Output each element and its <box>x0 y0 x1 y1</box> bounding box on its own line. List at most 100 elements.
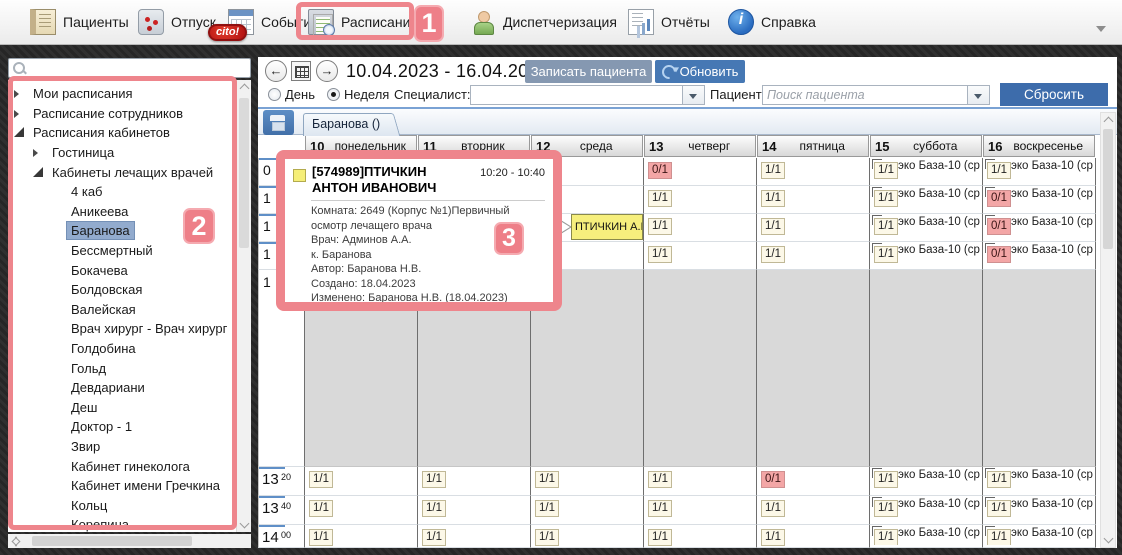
scrollbar-thumb[interactable] <box>32 536 192 546</box>
scrollbar-thumb[interactable] <box>1103 129 1113 249</box>
tree-item[interactable]: Деш <box>8 398 236 418</box>
slot-cell[interactable]: 1/1эко База-10 (ср <box>983 158 1096 186</box>
slot-cell[interactable]: 1/1эко База-10 (ср <box>870 496 983 525</box>
slot-cell[interactable]: 1/1 <box>305 525 418 548</box>
slot-cell[interactable]: 1/1эко База-10 (ср <box>870 467 983 496</box>
slot-cell[interactable]: 1/1эко База-10 (ср <box>870 186 983 214</box>
tree-item[interactable]: Корепина <box>8 515 236 532</box>
slot-cell[interactable]: 1/1эко База-10 (ср <box>983 525 1096 548</box>
scroll-up-icon[interactable] <box>240 84 250 94</box>
toolbar-item-reports-chart[interactable]: Отчёты <box>628 6 710 38</box>
tree-item[interactable]: Валейская <box>8 300 236 320</box>
chevron-down-icon[interactable] <box>682 86 704 104</box>
eco-appointment[interactable]: 1/1эко База-10 (ср <box>985 159 1095 183</box>
slot-cell[interactable]: 1/1 <box>644 496 757 525</box>
toolbar-item-schedules-clipboard[interactable]: Расписания <box>308 6 418 38</box>
toolbar-item-dispatch-person[interactable]: Диспетчеризация <box>470 6 617 38</box>
tree-item[interactable]: Гольд <box>8 358 236 378</box>
tree-item[interactable]: Врач хирург - Врач хирург <box>8 319 236 339</box>
print-button[interactable] <box>263 110 294 135</box>
patient-combobox[interactable] <box>762 85 990 105</box>
slot-cell[interactable]: 0/1 <box>644 158 757 186</box>
tree-item[interactable]: Голдобина <box>8 339 236 359</box>
prev-week-button[interactable]: ← <box>265 60 287 82</box>
tree-item[interactable]: Гостиница <box>8 143 236 163</box>
slot-cell[interactable]: 0/1эко База-10 (ср <box>983 186 1096 214</box>
slot-cell[interactable]: 1/1 <box>757 186 870 214</box>
slot-cell[interactable]: 1/1 <box>757 214 870 242</box>
slot-cell[interactable]: 1/1 <box>305 496 418 525</box>
slot-cell[interactable]: 1/1 <box>757 496 870 525</box>
tree-item[interactable]: Звир <box>8 437 236 457</box>
tree-vertical-scrollbar[interactable] <box>236 80 251 532</box>
slot-cell[interactable]: 1/1 <box>531 467 644 496</box>
tree-item[interactable]: Кольц <box>8 495 236 515</box>
tree-collapsed-icon[interactable] <box>14 106 29 121</box>
sidebar-search-input[interactable] <box>25 59 250 77</box>
toolbar-item-vacation-pills[interactable]: Отпуск <box>138 6 216 38</box>
slot-cell[interactable]: 0/1эко База-10 (ср <box>983 214 1096 242</box>
toolbar-item-events-calendar[interactable]: cito!События <box>228 6 319 38</box>
tree-item[interactable]: Кабинет гинеколога <box>8 456 236 476</box>
slot-cell[interactable]: 1/1 <box>644 214 757 242</box>
slot-cell[interactable]: 1/1 <box>644 467 757 496</box>
day-view-radio[interactable] <box>268 88 281 101</box>
slot-cell[interactable]: 1/1 <box>531 496 644 525</box>
eco-appointment[interactable]: 1/1эко База-10 (ср <box>872 497 982 522</box>
eco-appointment[interactable]: 1/1эко База-10 (ср <box>872 187 982 211</box>
toolbar-item-help-info[interactable]: Справка <box>728 6 816 38</box>
tree-collapsed-icon[interactable] <box>33 145 48 160</box>
eco-appointment[interactable]: 0/1эко База-10 (ср <box>985 187 1095 211</box>
tree-item[interactable]: Мои расписания <box>8 84 236 104</box>
tree-expanded-icon[interactable] <box>33 165 48 180</box>
eco-appointment[interactable]: 1/1эко База-10 (ср <box>985 468 1095 493</box>
refresh-button[interactable]: Обновить <box>655 60 745 83</box>
slot-cell[interactable]: 1/1эко База-10 (ср <box>983 496 1096 525</box>
book-patient-button[interactable]: Записать пациента <box>525 60 652 83</box>
slot-cell[interactable]: 1/1 <box>531 525 644 548</box>
grid-vertical-scrollbar[interactable] <box>1100 112 1116 548</box>
tree-item[interactable]: Расписания кабинетов <box>8 123 236 143</box>
slot-cell[interactable]: 0/1 <box>757 467 870 496</box>
specialist-combobox[interactable] <box>470 85 705 105</box>
tab-baranova[interactable]: Баранова () <box>303 113 390 136</box>
tree-item[interactable]: Кабинеты лечащих врачей <box>8 162 236 182</box>
slot-cell[interactable]: 1/1эко База-10 (ср <box>983 467 1096 496</box>
eco-appointment[interactable]: 0/1эко База-10 (ср <box>985 215 1095 239</box>
patient-search-input[interactable] <box>763 86 967 104</box>
slot-cell[interactable]: 1/1эко База-10 (ср <box>870 242 983 270</box>
eco-appointment[interactable]: 1/1эко База-10 (ср <box>872 243 982 267</box>
slot-cell[interactable]: 1/1эко База-10 (ср <box>870 158 983 186</box>
reset-filter-button[interactable]: Сбросить фильтр <box>1000 83 1108 106</box>
slot-cell[interactable]: 0/1эко База-10 (ср <box>983 242 1096 270</box>
eco-appointment[interactable]: 1/1эко База-10 (ср <box>872 468 982 493</box>
slot-cell[interactable]: 1/1 <box>644 242 757 270</box>
tree-item[interactable]: Кабинет имени Гречкина <box>8 476 236 496</box>
slot-cell[interactable]: 1/1 <box>644 186 757 214</box>
chevron-down-icon[interactable] <box>967 86 989 104</box>
scroll-down-icon[interactable] <box>1104 534 1114 544</box>
tree-collapsed-icon[interactable] <box>14 86 29 101</box>
eco-appointment[interactable]: 1/1эко База-10 (ср <box>872 526 982 545</box>
tree-item[interactable]: Болдовская <box>8 280 236 300</box>
next-week-button[interactable]: → <box>316 60 338 82</box>
tree-item[interactable]: 4 каб <box>8 182 236 202</box>
sidebar-search[interactable] <box>8 58 251 78</box>
tree-horizontal-scrollbar[interactable] <box>8 534 251 548</box>
slot-cell[interactable]: 1/1 <box>644 525 757 548</box>
eco-appointment[interactable]: 1/1эко База-10 (ср <box>872 159 982 183</box>
eco-appointment[interactable]: 1/1эко База-10 (ср <box>872 215 982 239</box>
slot-cell[interactable]: 1/1эко База-10 (ср <box>870 525 983 548</box>
tree-item[interactable]: Доктор - 1 <box>8 417 236 437</box>
tree-item[interactable]: Расписание сотрудников <box>8 104 236 124</box>
eco-appointment[interactable]: 0/1эко База-10 (ср <box>985 243 1095 267</box>
eco-appointment[interactable]: 1/1эко База-10 (ср <box>985 526 1095 545</box>
toolbar-overflow-chevron-icon[interactable] <box>1096 26 1106 32</box>
slot-cell[interactable]: 1/1 <box>418 467 531 496</box>
specialist-input[interactable] <box>471 86 682 104</box>
appointment-block[interactable]: ПТИЧКИН А.И <box>571 214 643 240</box>
slot-cell[interactable]: 1/1 <box>418 525 531 548</box>
scroll-up-icon[interactable] <box>1104 117 1114 127</box>
eco-appointment[interactable]: 1/1эко База-10 (ср <box>985 497 1095 522</box>
scrollbar-thumb[interactable] <box>239 98 249 248</box>
